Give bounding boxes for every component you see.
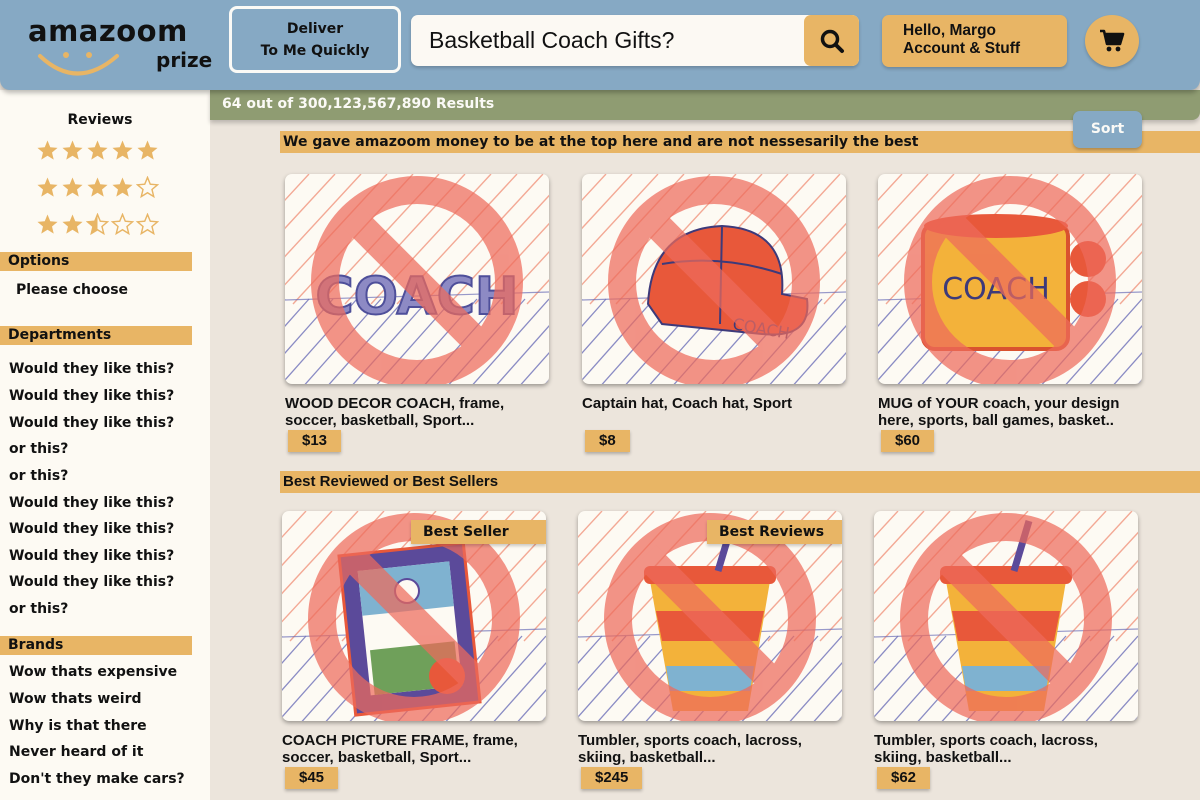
product-card: Best Seller COACH PICTURE FRAME, frame, … bbox=[282, 511, 550, 789]
star-full-icon bbox=[62, 214, 83, 234]
cart-button[interactable] bbox=[1085, 15, 1139, 67]
brands-header: Brands bbox=[0, 636, 192, 655]
department-link[interactable]: Would they like this? bbox=[9, 388, 174, 404]
department-link[interactable]: or this? bbox=[9, 601, 68, 617]
account-button[interactable]: Hello, Margo Account & Stuff bbox=[882, 15, 1067, 67]
product-price: $62 bbox=[877, 767, 931, 789]
product-illustration: COACH bbox=[285, 174, 549, 384]
logo-wordmark: amazoom bbox=[28, 14, 188, 48]
product-illustration: COACH bbox=[878, 174, 1142, 384]
product-card: Best Reviews Tumbler, sports coach, lacr… bbox=[578, 511, 846, 789]
product-illustration bbox=[874, 511, 1138, 721]
brand-link[interactable]: Wow thats expensive bbox=[9, 664, 177, 680]
amazoom-logo[interactable]: amazoom prize bbox=[28, 14, 218, 76]
product-title[interactable]: COACH PICTURE FRAME, frame, soccer, bask… bbox=[282, 732, 552, 766]
product-title[interactable]: Tumbler, sports coach, lacross, skiing, … bbox=[874, 732, 1144, 766]
department-link[interactable]: Would they like this? bbox=[9, 574, 174, 590]
product-image[interactable]: COACH bbox=[582, 174, 846, 384]
rating-filter-5[interactable] bbox=[36, 139, 159, 162]
shopping-cart-icon bbox=[1100, 29, 1125, 52]
logo-prize: prize bbox=[156, 48, 213, 72]
best-seller-badge: Best Seller bbox=[411, 520, 546, 544]
product-price: $45 bbox=[285, 767, 339, 789]
product-image[interactable]: COACH bbox=[878, 174, 1142, 384]
department-link[interactable]: Would they like this? bbox=[9, 415, 174, 431]
deliver-line-1: Deliver bbox=[286, 21, 344, 37]
brand-link[interactable]: Wow thats weird bbox=[9, 691, 142, 707]
product-title[interactable]: WOOD DECOR COACH, frame, soccer, basketb… bbox=[285, 395, 555, 429]
product-illustration: COACH bbox=[582, 174, 846, 384]
reviews-heading: Reviews bbox=[67, 112, 133, 128]
product-title[interactable]: Tumbler, sports coach, lacross, skiing, … bbox=[578, 732, 848, 766]
options-header: Options bbox=[0, 252, 192, 271]
star-full-icon bbox=[87, 177, 108, 197]
star-full-icon bbox=[62, 177, 83, 197]
best-section-header: Best Reviewed or Best Sellers bbox=[280, 471, 1200, 493]
deliver-line-2: To Me Quickly bbox=[260, 43, 370, 59]
rating-filter-2-5[interactable] bbox=[36, 213, 159, 236]
product-price: $8 bbox=[585, 430, 630, 452]
product-title[interactable]: Captain hat, Coach hat, Sport bbox=[582, 395, 852, 429]
account-greeting: Hello, Margo bbox=[903, 22, 997, 39]
star-full-icon bbox=[87, 140, 108, 160]
product-image[interactable] bbox=[874, 511, 1138, 721]
product-price: $60 bbox=[881, 430, 935, 452]
star-full-icon bbox=[37, 177, 58, 197]
product-image[interactable]: Best Reviews bbox=[578, 511, 842, 721]
department-link[interactable]: Would they like this? bbox=[9, 495, 174, 511]
sponsored-section-header: We gave amazoom money to be at the top h… bbox=[280, 131, 1200, 153]
search-bar bbox=[411, 15, 859, 66]
product-price: $13 bbox=[288, 430, 342, 452]
product-image[interactable]: Best Seller bbox=[282, 511, 546, 721]
department-link[interactable]: Would they like this? bbox=[9, 521, 174, 537]
best-reviews-badge: Best Reviews bbox=[707, 520, 842, 544]
results-count: 64 out of 300,123,567,890 Results bbox=[222, 96, 495, 112]
search-icon bbox=[820, 29, 844, 53]
product-card: Tumbler, sports coach, lacross, skiing, … bbox=[874, 511, 1142, 789]
search-input[interactable] bbox=[429, 15, 799, 66]
department-link[interactable]: Would they like this? bbox=[9, 361, 174, 377]
product-card: COACH MUG of YOUR coach, your design her… bbox=[878, 174, 1146, 452]
department-link[interactable]: or this? bbox=[9, 441, 68, 457]
department-link[interactable]: Would they like this? bbox=[9, 548, 174, 564]
brand-link[interactable]: Why is that there bbox=[9, 718, 147, 734]
star-half-icon bbox=[86, 213, 109, 236]
star-empty-icon bbox=[111, 213, 134, 236]
product-price: $245 bbox=[581, 767, 643, 789]
star-full-icon bbox=[37, 140, 58, 160]
star-full-icon bbox=[112, 140, 133, 160]
sort-button[interactable]: Sort bbox=[1073, 111, 1142, 148]
options-select[interactable]: Please choose bbox=[16, 282, 128, 298]
star-empty-icon bbox=[136, 176, 159, 199]
departments-header: Departments bbox=[0, 326, 192, 345]
star-full-icon bbox=[62, 140, 83, 160]
product-card: COACH WOOD DECOR COACH, frame, soccer, b… bbox=[285, 174, 553, 452]
results-count-bar: 64 out of 300,123,567,890 Results bbox=[210, 90, 1200, 120]
star-empty-icon bbox=[136, 213, 159, 236]
star-full-icon bbox=[37, 214, 58, 234]
search-button[interactable] bbox=[804, 15, 859, 66]
department-link[interactable]: or this? bbox=[9, 468, 68, 484]
brand-link[interactable]: Never heard of it bbox=[9, 744, 143, 760]
product-image[interactable]: COACH bbox=[285, 174, 549, 384]
brand-link[interactable]: Don't they make cars? bbox=[9, 771, 185, 787]
filter-sidebar: Reviews Options Please choose Department… bbox=[0, 90, 210, 800]
product-title[interactable]: MUG of YOUR coach, your design here, spo… bbox=[878, 395, 1148, 429]
star-full-icon bbox=[137, 140, 158, 160]
deliver-location-button[interactable]: Deliver To Me Quickly bbox=[229, 6, 401, 73]
product-card: COACH Captain hat, Coach hat, Sport $8 bbox=[582, 174, 850, 452]
top-header: amazoom prize Deliver To Me Quickly Hell… bbox=[0, 0, 1200, 90]
smile-icon bbox=[38, 52, 119, 76]
star-full-icon bbox=[112, 177, 133, 197]
rating-filter-4[interactable] bbox=[36, 176, 159, 199]
account-label: Account & Stuff bbox=[903, 40, 1021, 57]
